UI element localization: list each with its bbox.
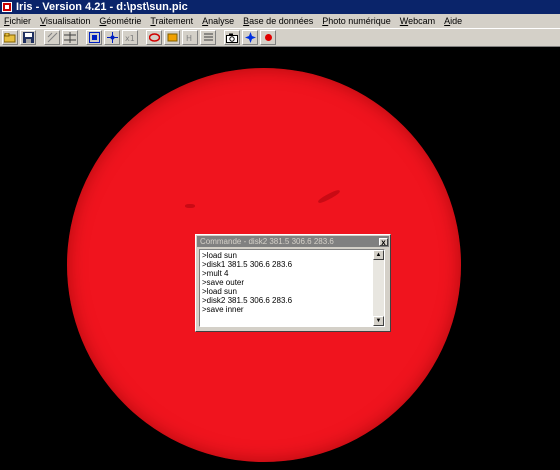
h-icon[interactable]: H bbox=[182, 30, 198, 45]
command-line: >save outer bbox=[202, 278, 245, 287]
red-ellipse-icon[interactable] bbox=[146, 30, 162, 45]
menu-traitement[interactable]: Traitement bbox=[150, 16, 193, 26]
threshold-icon[interactable] bbox=[62, 30, 78, 45]
menu-aide[interactable]: Aide bbox=[444, 16, 462, 26]
menu-fichier[interactable]: Fichier bbox=[4, 16, 31, 26]
menu-photo-numerique[interactable]: Photo numérique bbox=[322, 16, 391, 26]
zoom-box-icon[interactable] bbox=[86, 30, 102, 45]
command-window-title: Commande - disk2 381.5 306.6 283.6 bbox=[200, 237, 334, 246]
menu-webcam[interactable]: Webcam bbox=[400, 16, 435, 26]
command-line: >mult 4 bbox=[202, 269, 229, 278]
menu-base-de-donnees[interactable]: Base de données bbox=[243, 16, 313, 26]
filament bbox=[317, 188, 341, 205]
command-line: >disk2 381.5 306.6 283.6 bbox=[202, 296, 293, 305]
record-red-dot-icon[interactable] bbox=[260, 30, 276, 45]
title-bar: Iris - Version 4.21 - d:\pst\sun.pic bbox=[0, 0, 560, 14]
command-line: >save inner bbox=[202, 305, 244, 314]
command-lines: >load sun >disk1 381.5 306.6 283.6 >mult… bbox=[202, 251, 372, 314]
command-window[interactable]: Commande - disk2 381.5 306.6 283.6 x >lo… bbox=[195, 234, 391, 332]
palette-icon[interactable] bbox=[164, 30, 180, 45]
command-output[interactable]: >load sun >disk1 381.5 306.6 283.6 >mult… bbox=[199, 249, 385, 327]
command-line: >load sun bbox=[202, 251, 237, 260]
window-title: Iris - Version 4.21 - d:\pst\sun.pic bbox=[16, 1, 188, 13]
vertical-scrollbar[interactable]: ▲ ▼ bbox=[373, 250, 384, 326]
command-line: >disk1 381.5 306.6 283.6 bbox=[202, 260, 293, 269]
close-icon[interactable]: x bbox=[379, 237, 388, 246]
list-icon[interactable] bbox=[200, 30, 216, 45]
toolbar: x1 H bbox=[0, 28, 560, 47]
crosshair-icon[interactable] bbox=[104, 30, 120, 45]
scroll-up-icon[interactable]: ▲ bbox=[373, 250, 384, 260]
menu-geometrie[interactable]: Géométrie bbox=[99, 16, 141, 26]
scale-icon[interactable] bbox=[44, 30, 60, 45]
camera-icon[interactable] bbox=[224, 30, 240, 45]
menu-analyse[interactable]: Analyse bbox=[202, 16, 234, 26]
menu-visualisation[interactable]: Visualisation bbox=[40, 16, 90, 26]
command-line: >load sun bbox=[202, 287, 237, 296]
app-icon[interactable] bbox=[2, 2, 12, 12]
open-folder-icon[interactable] bbox=[2, 30, 18, 45]
filament bbox=[185, 204, 195, 208]
svg-text:H: H bbox=[186, 34, 192, 43]
scroll-down-icon[interactable]: ▼ bbox=[373, 316, 384, 326]
menu-bar: Fichier Visualisation Géométrie Traiteme… bbox=[0, 14, 560, 28]
x1-icon[interactable]: x1 bbox=[122, 30, 138, 45]
command-window-titlebar[interactable]: Commande - disk2 381.5 306.6 283.6 x bbox=[197, 236, 389, 247]
svg-text:x1: x1 bbox=[125, 34, 135, 43]
save-disk-icon[interactable] bbox=[20, 30, 36, 45]
blue-star-icon[interactable] bbox=[242, 30, 258, 45]
